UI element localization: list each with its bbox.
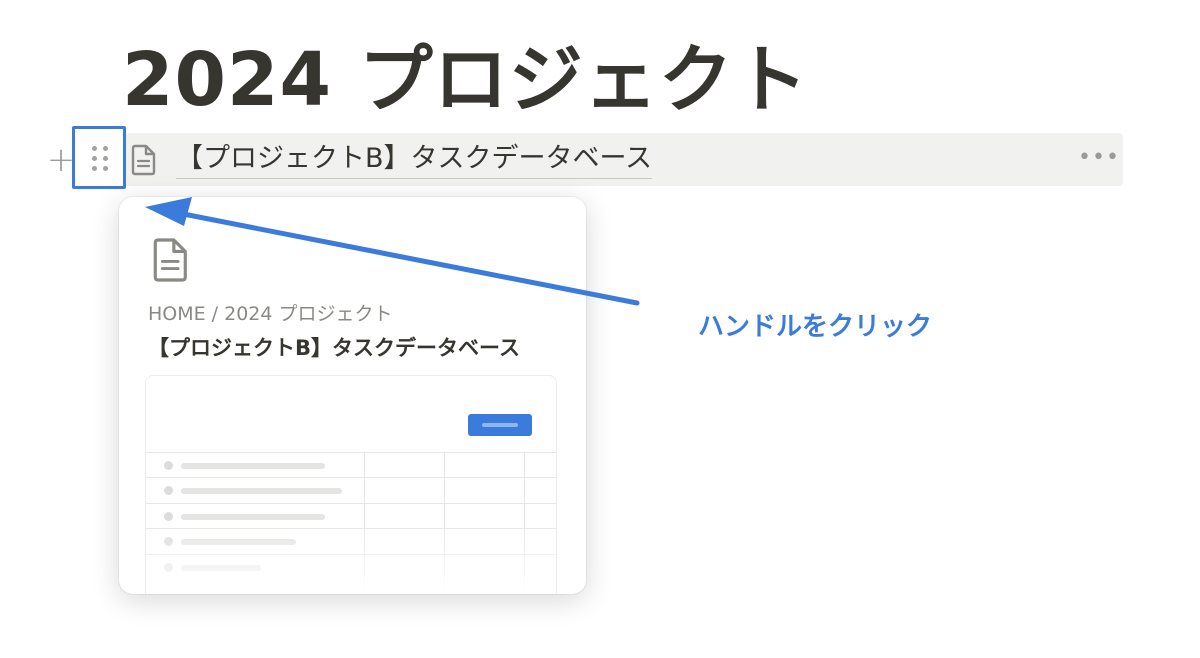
thumbnail-fade xyxy=(146,525,556,594)
drag-handle-button[interactable] xyxy=(72,126,126,189)
page-canvas: 2024 プロジェクト + 【プロジェクトB】タスクデータベース ••• HOM… xyxy=(0,0,1200,658)
drag-handle-icon xyxy=(92,146,108,172)
thumbnail-new-button xyxy=(468,414,532,436)
database-thumbnail xyxy=(145,375,557,594)
page-document-icon[interactable] xyxy=(130,144,158,180)
preview-title: 【プロジェクトB】タスクデータベース xyxy=(148,336,520,360)
thumbnail-row xyxy=(146,477,556,503)
annotation-label: ハンドルをクリック xyxy=(698,312,933,342)
page-title[interactable]: 2024 プロジェクト xyxy=(122,30,809,130)
thumbnail-row xyxy=(146,452,556,478)
page-document-icon xyxy=(151,237,191,287)
more-horizontal-icon[interactable]: ••• xyxy=(1078,147,1119,172)
breadcrumb: HOME / 2024 プロジェクト xyxy=(148,303,393,325)
page-preview-card[interactable]: HOME / 2024 プロジェクト 【プロジェクトB】タスクデータベース xyxy=(119,197,586,594)
page-link-text[interactable]: 【プロジェクトB】タスクデータベース xyxy=(176,140,653,179)
